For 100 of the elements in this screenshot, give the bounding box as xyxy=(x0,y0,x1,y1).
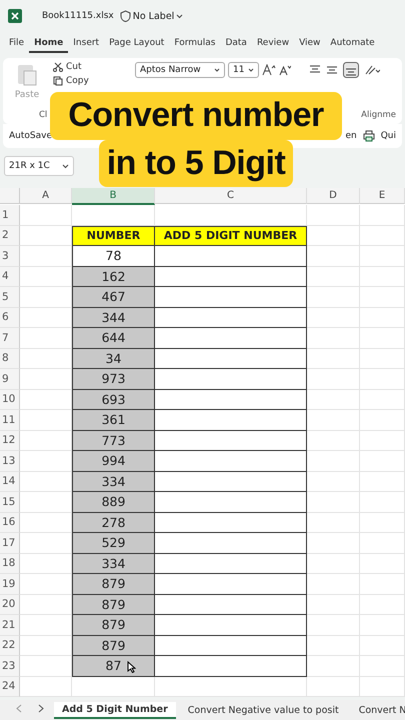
row-number[interactable]: 17 xyxy=(0,533,20,554)
grid-cell[interactable] xyxy=(360,369,405,390)
row-number[interactable]: 24 xyxy=(0,676,20,697)
menu-tab[interactable]: Page Layout xyxy=(104,36,170,52)
menu-tab[interactable]: Formulas xyxy=(169,36,220,52)
grid-cell[interactable] xyxy=(307,472,360,492)
grid-cell[interactable] xyxy=(307,369,360,390)
number-cell[interactable]: 879 xyxy=(72,574,155,594)
row-number[interactable]: 16 xyxy=(0,512,20,533)
number-cell[interactable]: 361 xyxy=(72,410,155,430)
number-cell[interactable]: 34 xyxy=(72,348,155,369)
number-cell[interactable]: 87 xyxy=(72,656,155,676)
grid-cell[interactable] xyxy=(360,574,405,594)
row-number[interactable]: 20 xyxy=(0,594,20,615)
row-number[interactable]: 12 xyxy=(0,430,20,451)
number-cell[interactable]: 334 xyxy=(72,472,155,492)
number-cell[interactable]: 973 xyxy=(72,369,155,390)
number-cell[interactable]: 334 xyxy=(72,554,155,574)
number-cell[interactable]: 773 xyxy=(72,430,155,451)
grid-cell[interactable] xyxy=(307,266,360,287)
grid-cell[interactable] xyxy=(307,348,360,369)
grid-cell[interactable] xyxy=(360,246,405,266)
grid-cell[interactable] xyxy=(307,390,360,410)
row-number[interactable]: 2 xyxy=(0,226,20,246)
number-cell[interactable]: 889 xyxy=(72,492,155,512)
number-cell[interactable]: 78 xyxy=(72,246,155,266)
grid-cell[interactable] xyxy=(360,492,405,512)
number-cell[interactable]: 529 xyxy=(72,533,155,554)
column-header[interactable]: B xyxy=(72,188,155,205)
autosave-label[interactable]: AutoSave xyxy=(9,131,52,141)
row-number[interactable]: 1 xyxy=(0,205,20,226)
grid-cell[interactable] xyxy=(307,676,360,697)
grid-cell[interactable] xyxy=(360,451,405,472)
grid-cell[interactable] xyxy=(307,410,360,430)
grid-cell[interactable] xyxy=(360,390,405,410)
shrink-font-icon[interactable] xyxy=(279,64,292,76)
grid-cell[interactable] xyxy=(307,574,360,594)
name-box[interactable]: 21R x 1C xyxy=(4,156,74,176)
row-number[interactable]: 19 xyxy=(0,574,20,594)
grow-font-icon[interactable] xyxy=(262,64,276,76)
toolbar-item[interactable]: Qui xyxy=(380,131,396,141)
row-number[interactable]: 21 xyxy=(0,615,20,636)
row-number[interactable]: 7 xyxy=(0,328,20,348)
row-number[interactable]: 18 xyxy=(0,554,20,574)
number-cell[interactable]: 693 xyxy=(72,390,155,410)
number-cell[interactable]: 467 xyxy=(72,287,155,308)
sensitivity-label[interactable]: No Label xyxy=(120,10,184,22)
menu-tab[interactable]: Data xyxy=(220,36,252,52)
grid-cell[interactable] xyxy=(360,615,405,636)
number-cell[interactable]: 344 xyxy=(72,308,155,328)
grid-cell[interactable] xyxy=(360,205,405,226)
grid-cell[interactable] xyxy=(360,594,405,615)
column-header[interactable]: A xyxy=(20,188,72,204)
number-cell[interactable]: 994 xyxy=(72,451,155,472)
align-middle-icon[interactable] xyxy=(326,64,338,76)
number-cell[interactable]: 879 xyxy=(72,636,155,656)
number-cell[interactable]: 879 xyxy=(72,615,155,636)
grid-cell[interactable] xyxy=(307,308,360,328)
grid-cell[interactable] xyxy=(360,410,405,430)
grid-cell[interactable] xyxy=(360,533,405,554)
toolbar-item[interactable]: en xyxy=(345,131,357,141)
align-bottom-icon[interactable] xyxy=(343,62,360,78)
row-number[interactable]: 5 xyxy=(0,287,20,308)
grid-cell[interactable] xyxy=(360,430,405,451)
grid-cell[interactable] xyxy=(307,451,360,472)
copy-button[interactable]: Copy xyxy=(53,76,123,86)
column-header[interactable]: D xyxy=(307,188,360,204)
row-number[interactable]: 6 xyxy=(0,308,20,328)
row-number[interactable]: 4 xyxy=(0,266,20,287)
grid-cell[interactable] xyxy=(307,533,360,554)
row-number[interactable]: 13 xyxy=(0,451,20,472)
grid-cell[interactable] xyxy=(360,287,405,308)
grid-cell[interactable] xyxy=(360,512,405,533)
grid-cell[interactable] xyxy=(155,676,307,697)
number-cell[interactable]: 162 xyxy=(72,266,155,287)
select-all-corner[interactable] xyxy=(0,188,20,204)
number-cell[interactable]: 278 xyxy=(72,512,155,533)
row-number[interactable]: 9 xyxy=(0,369,20,390)
row-number[interactable]: 23 xyxy=(0,656,20,676)
printer-icon[interactable] xyxy=(362,130,375,142)
grid-cell[interactable] xyxy=(307,226,360,246)
grid-cell[interactable] xyxy=(20,676,72,697)
grid-cell[interactable] xyxy=(360,676,405,697)
grid-cell[interactable] xyxy=(307,554,360,574)
grid-cell[interactable] xyxy=(307,328,360,348)
grid-cell[interactable] xyxy=(72,676,155,697)
grid-cell[interactable] xyxy=(360,226,405,246)
number-cell[interactable]: 644 xyxy=(72,328,155,348)
grid-cell[interactable] xyxy=(360,554,405,574)
grid-cell[interactable] xyxy=(307,656,360,676)
grid-cell[interactable] xyxy=(360,328,405,348)
grid-cell[interactable] xyxy=(307,205,360,226)
grid-cell[interactable] xyxy=(307,430,360,451)
grid-cell[interactable] xyxy=(307,492,360,512)
cut-button[interactable]: Cut xyxy=(53,62,123,72)
row-number[interactable]: 10 xyxy=(0,390,20,410)
menu-tab[interactable]: Review xyxy=(252,36,294,52)
font-dropdown[interactable]: Aptos Narrow xyxy=(135,62,225,78)
column-header[interactable]: C xyxy=(155,188,307,204)
grid-cell[interactable] xyxy=(360,636,405,656)
